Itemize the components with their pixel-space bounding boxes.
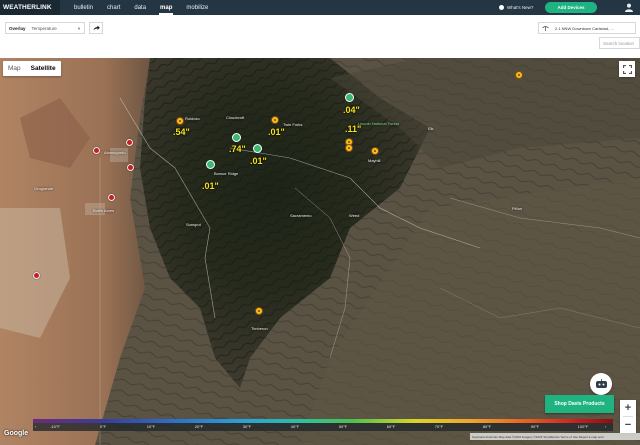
top-navbar: WEATHERLINK bulletin chart data map mobi… xyxy=(0,0,640,15)
share-arrow-icon xyxy=(93,25,100,31)
station-marker[interactable] xyxy=(271,116,279,124)
station-selector[interactable]: 2.1 NNW Downtown Carlsbad, ... xyxy=(538,22,636,34)
rain-total-label: .01" xyxy=(268,127,285,137)
place-label: Cloudcroft xyxy=(226,115,245,120)
fullscreen-icon xyxy=(622,64,632,74)
weather-station-icon xyxy=(542,25,549,31)
station-marker[interactable] xyxy=(127,164,134,171)
rain-total-label: .01" xyxy=(250,156,267,166)
rain-total-label: .74" xyxy=(229,144,246,154)
whats-new-label: What's New? xyxy=(507,5,534,10)
legend-tick: 0°F xyxy=(99,424,107,429)
legend-tick: 90°F xyxy=(530,424,540,429)
temperature-legend: ‹ -10°F 0°F 10°F 20°F 30°F 40°F 50°F 60°… xyxy=(33,419,613,431)
legend-tick: 30°F xyxy=(242,424,252,429)
chevron-down-icon: ▼ xyxy=(77,25,81,31)
place-label: Alamogordo xyxy=(104,150,126,155)
map-type-satellite[interactable]: Satellite xyxy=(26,61,61,76)
add-devices-button[interactable]: Add Devices xyxy=(545,2,597,13)
user-icon[interactable] xyxy=(624,3,634,12)
zoom-in-button[interactable]: + xyxy=(620,400,636,416)
legend-tick: -10°F xyxy=(50,424,60,429)
rain-total-label: .04" xyxy=(343,105,360,115)
map-type-map[interactable]: Map xyxy=(3,61,26,76)
place-label: Twin Forks xyxy=(283,122,303,127)
station-marker[interactable] xyxy=(126,139,133,146)
zoom-out-button[interactable]: − xyxy=(620,417,636,433)
legend-tick: 40°F xyxy=(290,424,300,429)
station-marker[interactable] xyxy=(253,144,262,153)
legend-tick: 10°F xyxy=(146,424,156,429)
place-label: Ruidoso xyxy=(185,116,200,121)
place-label: Sacramento xyxy=(290,213,312,218)
station-marker[interactable] xyxy=(371,147,379,155)
station-marker[interactable] xyxy=(206,160,215,169)
station-marker[interactable] xyxy=(345,93,354,102)
legend-tick: 20°F xyxy=(194,424,204,429)
nav-mobilize[interactable]: mobilize xyxy=(186,0,208,15)
map-type-toggle: Map Satellite xyxy=(3,61,61,76)
station-marker[interactable] xyxy=(33,272,40,279)
rain-total-label: .54" xyxy=(173,127,190,137)
nav-chart[interactable]: chart xyxy=(107,0,120,15)
station-name: 2.1 NNW Downtown Carlsbad, ... xyxy=(555,25,614,31)
nav-data[interactable]: data xyxy=(134,0,146,15)
chat-widget-button[interactable] xyxy=(590,373,612,395)
station-marker[interactable] xyxy=(232,133,241,142)
legend-tick: 60°F xyxy=(386,424,396,429)
satellite-imagery xyxy=(0,58,640,445)
overlay-label: Overlay xyxy=(9,25,26,31)
nav-bulletin[interactable]: bulletin xyxy=(74,0,93,15)
temperature-legend-labels: ‹ -10°F 0°F 10°F 20°F 30°F 40°F 50°F 60°… xyxy=(33,423,613,431)
legend-tick: 80°F xyxy=(482,424,492,429)
rain-total-label: .01" xyxy=(202,181,219,191)
place-label: Lincoln National Forest xyxy=(358,121,399,126)
overlay-select[interactable]: Overlay Temperature ▼ xyxy=(5,22,85,34)
zoom-control: + − xyxy=(620,400,636,433)
info-dot-icon xyxy=(499,5,504,10)
place-label: Timberon xyxy=(251,326,268,331)
whats-new-link[interactable]: What's New? xyxy=(499,2,533,13)
station-marker[interactable] xyxy=(515,71,523,79)
place-label: Sunspot xyxy=(186,222,201,227)
legend-tick: 50°F xyxy=(338,424,348,429)
location-search-input[interactable]: Search location xyxy=(599,37,640,49)
brand-logo[interactable]: WEATHERLINK xyxy=(0,0,60,15)
station-marker[interactable] xyxy=(176,117,184,125)
shop-davis-products-button[interactable]: Shop Davis Products xyxy=(545,395,614,413)
place-label: Weed xyxy=(349,213,360,218)
station-marker[interactable] xyxy=(345,144,353,152)
station-marker[interactable] xyxy=(108,194,115,201)
map-attribution[interactable]: Keyboard shortcuts Map data ©2023 Imager… xyxy=(470,433,640,440)
station-marker[interactable] xyxy=(255,307,263,315)
rain-total-label: .11" xyxy=(345,124,362,134)
chevron-right-icon: › xyxy=(605,424,607,429)
place-label: Bonsor Ridge xyxy=(214,171,239,176)
nav-map[interactable]: map xyxy=(159,0,174,15)
place-label: Elk xyxy=(428,126,434,131)
fullscreen-button[interactable] xyxy=(619,61,635,77)
google-logo: Google xyxy=(4,430,29,437)
chevron-left-icon: ‹ xyxy=(35,424,37,429)
share-button[interactable] xyxy=(89,22,103,34)
chat-bot-icon xyxy=(595,378,607,388)
legend-tick: 100°F xyxy=(577,424,589,429)
legend-tick: 70°F xyxy=(434,424,444,429)
map-canvas[interactable]: Map Satellite Ruidoso Cloudcroft Twin Fo… xyxy=(0,58,640,445)
place-label: Piñon xyxy=(512,206,523,211)
place-label: Orogrande xyxy=(34,186,54,191)
place-label: Mayhill xyxy=(368,158,381,163)
overlay-value: Temperature xyxy=(31,25,57,31)
place-label: Boles Acres xyxy=(93,208,115,213)
station-marker[interactable] xyxy=(93,147,100,154)
